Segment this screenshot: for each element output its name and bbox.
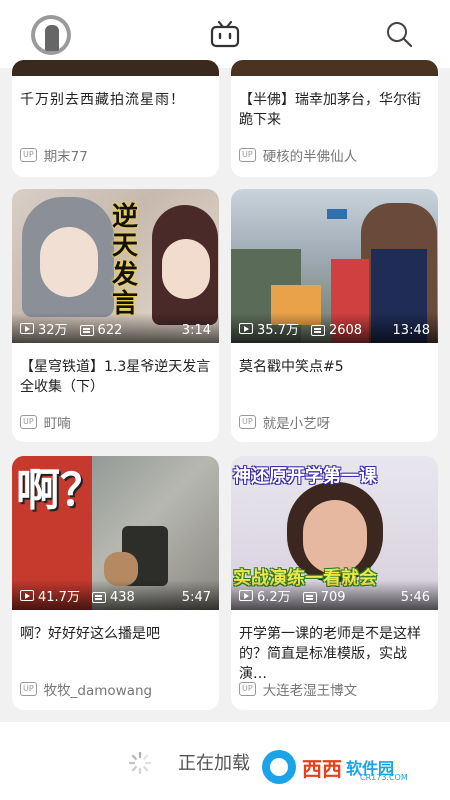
uploader-row[interactable]: UP 町喃 xyxy=(20,412,71,432)
video-card[interactable]: 35.7万 2608 13:48 莫名戳中笑点#5 UP 就是小艺呀 xyxy=(231,189,438,442)
tv-icon[interactable] xyxy=(210,20,240,48)
up-badge: UP xyxy=(239,148,256,162)
danmaku-count: 438 xyxy=(109,590,135,605)
thumb-caption: 啊？ xyxy=(16,465,104,516)
uploader-name: 町喃 xyxy=(43,416,71,432)
loading-spinner-icon xyxy=(128,751,152,775)
duration: 5:47 xyxy=(181,590,211,605)
video-card[interactable]: 啊？ 41.7万 438 5:47 啊？好好好这么播是吧 UP 牧牧_damow… xyxy=(12,456,219,710)
duration: 13:48 xyxy=(392,323,430,338)
danmaku-icon xyxy=(91,592,106,603)
play-count-icon xyxy=(239,323,253,334)
danmaku-icon xyxy=(310,325,325,336)
thumb-caption: 逆天发言 xyxy=(112,202,139,319)
duration: 3:14 xyxy=(181,323,211,338)
uploader-name: 大连老湿王博文 xyxy=(262,683,358,699)
danmaku-count: 709 xyxy=(320,590,346,605)
video-stats: 32万 622 3:14 xyxy=(12,313,219,343)
video-stats: 35.7万 2608 13:48 xyxy=(231,313,438,343)
top-bar xyxy=(0,0,450,68)
uploader-name: 就是小艺呀 xyxy=(262,416,331,432)
watermark-text: 西西 xyxy=(302,756,342,781)
video-card[interactable]: 逆天发言 32万 622 3:14 【星穹铁道】1.3星爷逆天发言全收集（下） … xyxy=(12,189,219,442)
play-count: 6.2万 xyxy=(257,590,291,605)
video-card[interactable]: 【半佛】瑞幸加茅台，华尔街跪下来 UP 硬核的半佛仙人 xyxy=(231,60,438,177)
video-stats: 6.2万 709 5:46 xyxy=(231,580,438,610)
search-icon[interactable] xyxy=(385,20,413,48)
play-count: 32万 xyxy=(38,323,68,338)
video-stats: 41.7万 438 5:47 xyxy=(12,580,219,610)
uploader-row[interactable]: UP 大连老湿王博文 xyxy=(239,679,357,699)
danmaku-icon xyxy=(79,325,94,336)
video-title: 千万别去西藏拍流星雨！ xyxy=(20,92,185,108)
up-badge: UP xyxy=(20,148,37,162)
watermark-logo-icon xyxy=(262,750,296,784)
uploader-row[interactable]: UP 硬核的半佛仙人 xyxy=(239,145,357,165)
watermark-subtext: CR173.COM xyxy=(360,773,408,782)
duration: 5:46 xyxy=(400,590,430,605)
video-thumbnail[interactable]: 逆天发言 32万 622 3:14 xyxy=(12,189,219,343)
up-badge: UP xyxy=(239,682,256,696)
watermark: 西西 软件园 CR173.COM xyxy=(258,747,428,787)
uploader-row[interactable]: UP 就是小艺呀 xyxy=(239,412,330,432)
play-count-icon xyxy=(20,323,34,334)
play-count: 35.7万 xyxy=(257,323,299,338)
thumb-caption-top: 神还原开学第一课 xyxy=(233,466,377,487)
video-card[interactable]: 千万别去西藏拍流星雨！ UP 期末77 xyxy=(12,60,219,177)
video-title: 莫名戳中笑点#5 xyxy=(239,359,344,375)
uploader-name: 牧牧_damowang xyxy=(43,683,153,699)
play-count-icon xyxy=(239,590,253,601)
video-thumbnail[interactable]: 35.7万 2608 13:48 xyxy=(231,189,438,343)
uploader-name: 期末77 xyxy=(43,149,88,165)
loading-text: 正在加载 xyxy=(178,753,250,774)
video-thumbnail[interactable]: 啊？ 41.7万 438 5:47 xyxy=(12,456,219,610)
danmaku-count: 622 xyxy=(97,323,123,338)
up-badge: UP xyxy=(20,415,37,429)
video-title: 【半佛】瑞幸加茅台，华尔街跪下来 xyxy=(239,92,421,128)
uploader-row[interactable]: UP 牧牧_damowang xyxy=(20,679,152,699)
play-count: 41.7万 xyxy=(38,590,80,605)
uploader-name: 硬核的半佛仙人 xyxy=(262,149,358,165)
up-badge: UP xyxy=(239,415,256,429)
video-card[interactable]: 神还原开学第一课 实战演练一看就会 6.2万 709 5:46 开学第一课的老师… xyxy=(231,456,438,710)
up-badge: UP xyxy=(20,682,37,696)
danmaku-count: 2608 xyxy=(328,323,363,338)
uploader-row[interactable]: UP 期末77 xyxy=(20,145,88,165)
video-title: 【星穹铁道】1.3星爷逆天发言全收集（下） xyxy=(20,359,211,395)
danmaku-icon xyxy=(302,592,317,603)
avatar[interactable] xyxy=(31,15,71,55)
video-title: 开学第一课的老师是不是这样的？简直是标准模版，实战演… xyxy=(239,626,421,682)
play-count-icon xyxy=(20,590,34,601)
video-thumbnail[interactable]: 神还原开学第一课 实战演练一看就会 6.2万 709 5:46 xyxy=(231,456,438,610)
video-title: 啊？好好好这么播是吧 xyxy=(20,626,160,642)
